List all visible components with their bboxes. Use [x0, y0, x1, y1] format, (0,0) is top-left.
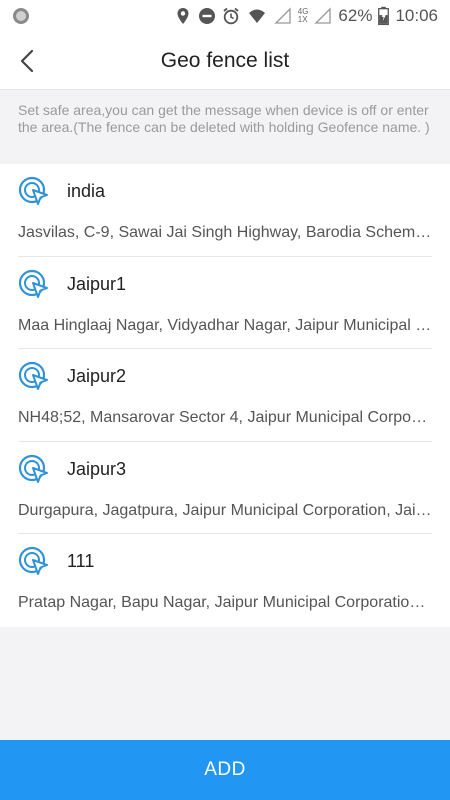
geofence-icon — [18, 454, 48, 483]
signal-empty-icon — [274, 7, 291, 24]
fence-address: Pratap Nagar, Bapu Nagar, Jaipur Municip… — [18, 594, 432, 611]
network-type-label: 4G 1X — [298, 8, 309, 24]
add-button[interactable]: ADD — [0, 740, 450, 800]
alarm-icon — [223, 7, 239, 25]
do-not-disturb-icon — [198, 8, 215, 24]
fence-item[interactable]: Jaipur1 Maa Hinglaaj Nagar, Vidyadhar Na… — [18, 257, 432, 349]
fence-item[interactable]: 111 Pratap Nagar, Bapu Nagar, Jaipur Mun… — [18, 534, 432, 627]
fence-address: Maa Hinglaaj Nagar, Vidyadhar Nagar, Jai… — [18, 316, 432, 334]
location-icon — [177, 8, 189, 24]
geofence-icon — [18, 176, 48, 205]
geofence-icon — [18, 546, 48, 575]
fence-address: Jasvilas, C-9, Sawai Jai Singh Highway, … — [18, 224, 432, 241]
wifi-icon — [248, 9, 265, 23]
fence-name[interactable]: india — [67, 181, 105, 202]
fence-name[interactable]: Jaipur2 — [67, 366, 126, 387]
chevron-left-icon — [20, 49, 34, 73]
fence-list: india Jasvilas, C-9, Sawai Jai Singh Hig… — [0, 164, 450, 627]
fence-address: Durgapura, Jagatpura, Jaipur Municipal C… — [18, 501, 432, 519]
page-title: Geo fence list — [160, 48, 290, 72]
battery-charging-icon — [378, 6, 390, 26]
fence-item[interactable]: Jaipur2 NH48;52, Mansarovar Sector 4, Ja… — [18, 349, 432, 442]
fence-item[interactable]: india Jasvilas, C-9, Sawai Jai Singh Hig… — [18, 164, 432, 257]
clock-time: 10:06 — [395, 6, 438, 25]
signal-icon — [314, 7, 332, 24]
fence-name[interactable]: Jaipur3 — [67, 459, 126, 480]
fence-name[interactable]: Jaipur1 — [67, 274, 126, 295]
network-1x-label: 1X — [297, 15, 308, 24]
back-button[interactable] — [10, 44, 44, 78]
battery-percent: 62% — [338, 6, 373, 25]
notification-circle-icon — [13, 8, 29, 24]
geofence-icon — [18, 361, 48, 390]
geofence-icon — [18, 269, 48, 298]
hint-text: Set safe area,you can get the message wh… — [0, 90, 450, 164]
title-bar: Geo fence list — [0, 32, 450, 90]
fence-name[interactable]: 111 — [67, 551, 94, 572]
fence-item[interactable]: Jaipur3 Durgapura, Jagatpura, Jaipur Mun… — [18, 442, 432, 534]
status-bar: 4G 1X 62% 10:06 — [0, 0, 450, 32]
fence-address: NH48;52, Mansarovar Sector 4, Jaipur Mun… — [18, 409, 432, 426]
